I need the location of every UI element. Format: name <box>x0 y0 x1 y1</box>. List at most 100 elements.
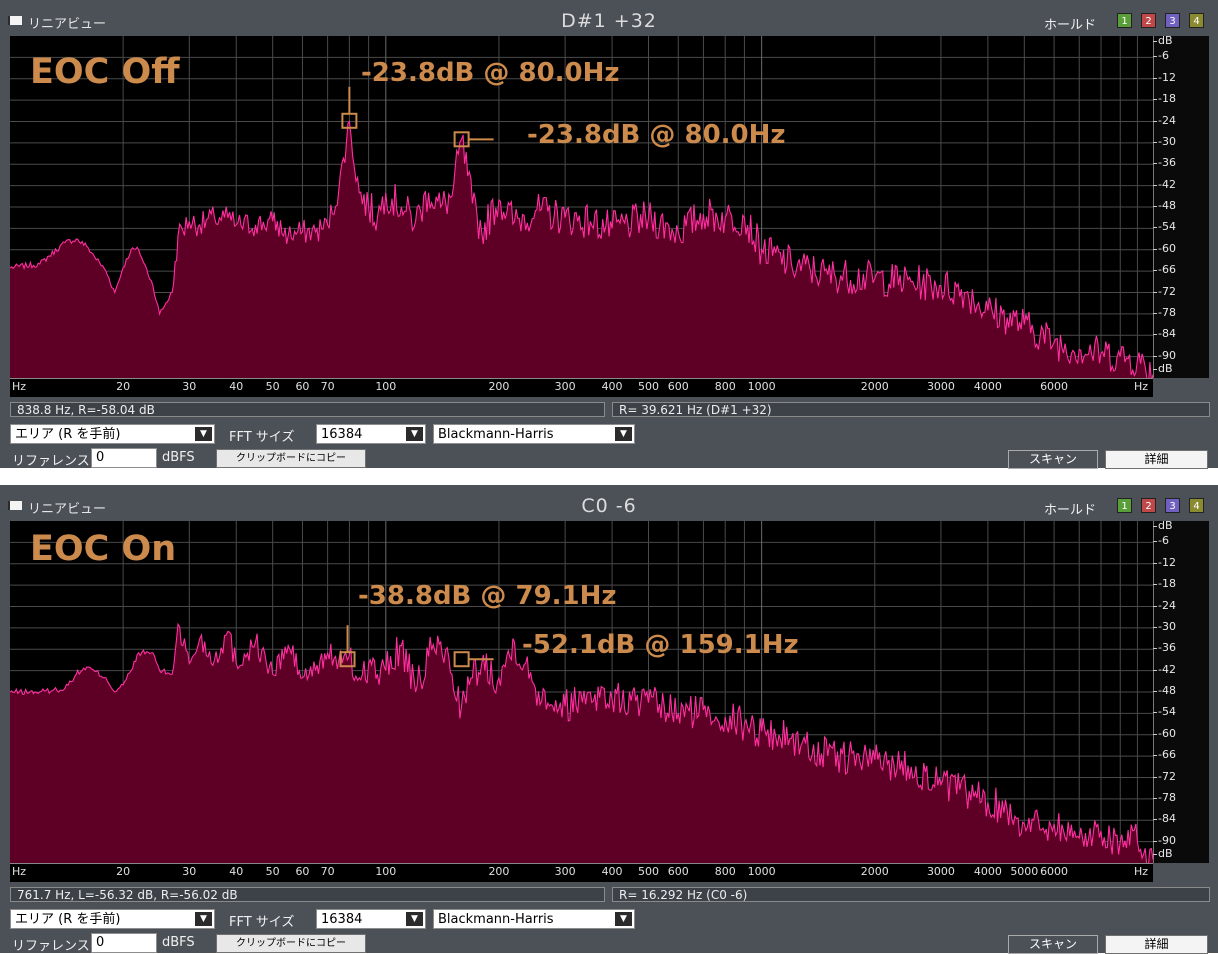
y-unit-bottom: dB <box>1153 362 1173 375</box>
detail-button[interactable]: 詳細 <box>1105 935 1208 954</box>
x-tick-label: 200 <box>488 865 510 878</box>
chevron-down-icon[interactable]: ▼ <box>195 427 212 441</box>
y-tick-label: -90 <box>1153 348 1176 362</box>
x-tick-label: 70 <box>320 380 335 393</box>
title-bar: リニアビュー C0 -6 ホールド 1 2 3 4 <box>0 485 1218 518</box>
mode-select[interactable]: エリア (R を手前) ▼ <box>10 909 215 929</box>
hold-button-4[interactable]: 4 <box>1189 13 1204 28</box>
x-tick-label: 1000 <box>747 865 776 878</box>
y-tick-label: -84 <box>1153 812 1176 826</box>
x-tick-label: 70 <box>320 865 335 878</box>
mode-select-value: エリア (R を手前) <box>15 427 121 442</box>
reference-unit: dBFS <box>162 450 195 465</box>
spectrum-plot[interactable] <box>10 521 1153 863</box>
y-tick-label: -24 <box>1153 113 1176 127</box>
x-tick-label: 200 <box>488 380 510 393</box>
x-tick-label: 400 <box>601 865 623 878</box>
scan-button[interactable]: スキャン <box>1008 450 1098 469</box>
note-readout: D#1 +32 <box>561 10 657 32</box>
mode-select[interactable]: エリア (R を手前) ▼ <box>10 424 215 444</box>
x-tick-label: 20 <box>116 865 131 878</box>
x-tick-label: 4000 <box>973 380 1002 393</box>
chevron-down-icon[interactable]: ▼ <box>615 427 632 441</box>
hold-button-1[interactable]: 1 <box>1117 498 1132 513</box>
hold-button-4[interactable]: 4 <box>1189 498 1204 513</box>
copy-to-clipboard-button[interactable]: クリップボードにコピー <box>216 934 366 953</box>
window-function-value: Blackmann-Harris <box>438 912 554 927</box>
x-tick-label: 4000 <box>973 865 1002 878</box>
hold-button-2[interactable]: 2 <box>1141 13 1156 28</box>
analyzer-window-top: リニアビュー D#1 +32 ホールド 1 2 3 4 dB -6 -12 -18 -… <box>0 0 1218 469</box>
x-tick-label: 50 <box>265 865 280 878</box>
chevron-down-icon[interactable]: ▼ <box>615 912 632 926</box>
x-tick-label: 2000 <box>860 380 889 393</box>
x-axis: Hz 20 30 40 50 60 70 100 200 300 400 500 600 800 1000… <box>10 378 1153 397</box>
mode-select-value: エリア (R を手前) <box>15 912 121 927</box>
x-tick-label: 500 <box>637 865 659 878</box>
x-axis: Hz 20 30 40 50 60 70 100 200 300 400 500 600 800 1000… <box>10 863 1153 882</box>
x-unit-left: Hz <box>12 380 27 393</box>
x-tick-label: 300 <box>554 865 576 878</box>
y-tick-label: -66 <box>1153 748 1176 762</box>
hold-button-3[interactable]: 3 <box>1165 13 1180 28</box>
y-tick-label: -60 <box>1153 726 1176 740</box>
hold-button-3[interactable]: 3 <box>1165 498 1180 513</box>
resolution-status: R= 16.292 Hz (C0 -6) <box>612 887 1210 902</box>
window-function-select[interactable]: Blackmann-Harris ▼ <box>433 424 635 444</box>
y-tick-label: -12 <box>1153 70 1176 84</box>
reference-input[interactable]: 0 <box>91 448 157 468</box>
y-unit-top: dB <box>1153 34 1173 47</box>
x-tick-label: 30 <box>182 380 197 393</box>
reference-label: リファレンス <box>12 939 90 954</box>
y-tick-label: -42 <box>1153 177 1176 191</box>
reference-input[interactable]: 0 <box>91 933 157 953</box>
x-tick-label: 6000 <box>1040 380 1069 393</box>
spectrum-svg <box>10 521 1153 863</box>
x-tick-label: 5000 <box>1010 865 1039 878</box>
window-function-select[interactable]: Blackmann-Harris ▼ <box>433 909 635 929</box>
hold-button-2[interactable]: 2 <box>1141 498 1156 513</box>
y-tick-label: -48 <box>1153 199 1176 212</box>
x-tick-label: 100 <box>375 865 397 878</box>
x-unit-left: Hz <box>12 865 27 878</box>
y-tick-label: -12 <box>1153 555 1176 569</box>
overlay-label: EOC On <box>30 529 177 569</box>
y-unit-bottom: dB <box>1153 847 1173 860</box>
cursor-status: 761.7 Hz, L=-56.32 dB, R=-56.02 dB <box>10 887 605 902</box>
y-tick-label: -60 <box>1153 241 1176 255</box>
peak-markers <box>341 86 494 148</box>
y-tick-label: -90 <box>1153 833 1176 847</box>
x-tick-label: 6000 <box>1040 865 1069 878</box>
copy-to-clipboard-button[interactable]: クリップボードにコピー <box>216 449 366 468</box>
x-tick-label: 30 <box>182 865 197 878</box>
fft-size-value: 16384 <box>321 912 363 927</box>
overlay-label: EOC Off <box>30 52 180 92</box>
y-axis: dB -6 -12 -18 -24 -30 -36 -42 -48 -54 -60 -66 -72 -7… <box>1153 519 1209 863</box>
chevron-down-icon[interactable]: ▼ <box>406 912 423 926</box>
detail-button[interactable]: 詳細 <box>1105 450 1208 469</box>
y-tick-label: -18 <box>1153 577 1176 591</box>
x-tick-label: 600 <box>667 865 689 878</box>
x-tick-label: 300 <box>554 380 576 393</box>
fft-size-value: 16384 <box>321 427 363 442</box>
peak-annotation-2: -23.8dB @ 80.0Hz <box>527 120 786 150</box>
x-tick-label: 400 <box>601 380 623 393</box>
reference-unit: dBFS <box>162 935 195 950</box>
analyzer-window-bottom: リニアビュー C0 -6 ホールド 1 2 3 4 dB -6 -12 -18 -24… <box>0 485 1218 954</box>
hold-button-1[interactable]: 1 <box>1117 13 1132 28</box>
chevron-down-icon[interactable]: ▼ <box>195 912 212 926</box>
peak-annotation-1: -23.8dB @ 80.0Hz <box>361 58 620 88</box>
x-tick-label: 800 <box>714 865 736 878</box>
fft-size-select[interactable]: 16384 ▼ <box>316 909 426 929</box>
y-tick-label: -72 <box>1153 284 1176 298</box>
y-tick-label: -30 <box>1153 134 1176 148</box>
y-tick-label: -66 <box>1153 263 1176 277</box>
x-tick-label: 20 <box>116 380 131 393</box>
fft-size-label: FFT サイズ <box>229 915 295 930</box>
x-tick-label: 50 <box>265 380 280 393</box>
y-tick-label: -6 <box>1153 534 1169 548</box>
scan-button[interactable]: スキャン <box>1008 935 1098 954</box>
fft-size-select[interactable]: 16384 ▼ <box>316 424 426 444</box>
window-function-value: Blackmann-Harris <box>438 427 554 442</box>
chevron-down-icon[interactable]: ▼ <box>406 427 423 441</box>
